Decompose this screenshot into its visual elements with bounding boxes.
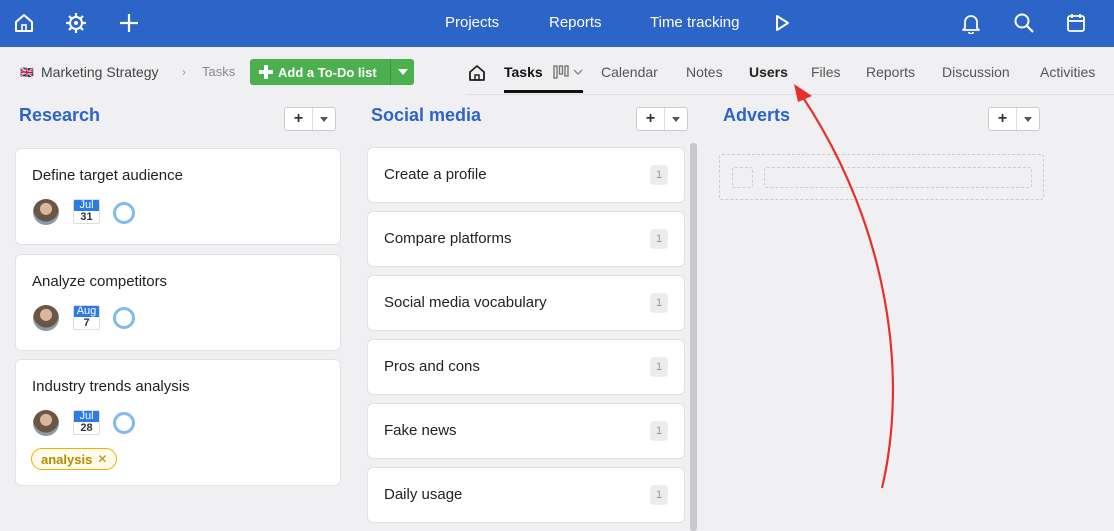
task-title[interactable]: Social media vocabulary — [384, 294, 547, 311]
chevron-down-icon[interactable] — [665, 108, 687, 130]
task-card[interactable]: Define target audience Jul 31 — [15, 148, 341, 245]
task-card[interactable]: Create a profile 1 — [367, 147, 685, 203]
due-month: Jul — [74, 200, 99, 211]
task-title[interactable]: Industry trends analysis — [32, 378, 190, 395]
tag-label: analysis — [41, 451, 93, 467]
project-home-icon[interactable] — [467, 63, 489, 85]
avatar[interactable] — [33, 410, 59, 436]
calendar-icon[interactable] — [1063, 10, 1089, 36]
subtask-count: 1 — [650, 485, 668, 505]
add-task-button[interactable]: + — [637, 108, 665, 130]
bell-icon[interactable] — [958, 10, 984, 36]
due-date-badge[interactable]: Jul 28 — [73, 410, 100, 435]
chevron-down-icon[interactable] — [313, 108, 335, 130]
flag-icon: 🇬🇧 — [20, 67, 34, 79]
due-day: 7 — [83, 317, 90, 329]
due-month: Aug — [74, 306, 99, 317]
task-title[interactable]: Define target audience — [32, 167, 183, 184]
task-card[interactable]: Daily usage 1 — [367, 467, 685, 523]
active-tab-indicator — [504, 90, 583, 93]
subtask-count: 1 — [650, 165, 668, 185]
tag-badge[interactable]: analysis ✕ — [31, 448, 117, 470]
nav-reports[interactable]: Reports — [549, 14, 602, 31]
annotation-arrow — [794, 84, 895, 489]
column-title-social-media[interactable]: Social media — [371, 105, 481, 126]
breadcrumb-section: Tasks — [202, 64, 236, 79]
tab-notes[interactable]: Notes — [686, 64, 723, 80]
top-navigation-bar: Projects Reports Time tracking — [0, 0, 1114, 47]
task-title[interactable]: Pros and cons — [384, 358, 480, 375]
add-task-button[interactable]: + — [989, 108, 1017, 130]
play-icon[interactable] — [769, 10, 795, 36]
close-icon[interactable]: ✕ — [97, 452, 107, 466]
task-card[interactable]: Analyze competitors Aug 7 — [15, 254, 341, 351]
task-card[interactable]: Fake news 1 — [367, 403, 685, 459]
tab-tasks[interactable]: Tasks — [504, 64, 543, 80]
task-title[interactable]: Compare platforms — [384, 230, 512, 247]
avatar[interactable] — [33, 199, 59, 225]
task-title[interactable]: Daily usage — [384, 486, 462, 503]
subtask-count: 1 — [650, 357, 668, 377]
task-title[interactable]: Fake news — [384, 422, 457, 439]
chevron-down-icon[interactable] — [1017, 108, 1039, 130]
task-title[interactable]: Analyze competitors — [32, 273, 167, 290]
checkbox-placeholder — [732, 167, 753, 188]
plus-icon — [259, 65, 273, 79]
task-title[interactable]: Create a profile — [384, 166, 487, 183]
due-day: 28 — [80, 422, 93, 434]
add-todo-list-button[interactable]: Add a To-Do list — [250, 59, 414, 85]
chevron-down-icon[interactable] — [573, 68, 583, 76]
nav-projects[interactable]: Projects — [445, 14, 499, 31]
breadcrumb-project[interactable]: Marketing Strategy — [41, 64, 159, 80]
progress-ring-icon[interactable] — [113, 307, 135, 329]
due-day: 31 — [80, 211, 93, 223]
add-task-button[interactable]: + — [285, 108, 313, 130]
column-actions-adverts: + — [988, 107, 1040, 131]
add-todo-list-label: Add a To-Do list — [278, 64, 377, 80]
subtask-count: 1 — [650, 293, 668, 313]
avatar[interactable] — [33, 305, 59, 331]
tab-calendar[interactable]: Calendar — [601, 64, 658, 80]
task-card[interactable]: Pros and cons 1 — [367, 339, 685, 395]
subtask-count: 1 — [650, 421, 668, 441]
nav-time-tracking[interactable]: Time tracking — [650, 14, 739, 31]
task-card[interactable]: Compare platforms 1 — [367, 211, 685, 267]
tab-activities[interactable]: Activities — [1040, 64, 1095, 80]
due-date-badge[interactable]: Jul 31 — [73, 199, 100, 224]
chevron-down-icon[interactable] — [390, 59, 414, 85]
plus-icon[interactable] — [116, 10, 142, 36]
due-month: Jul — [74, 411, 99, 422]
search-icon[interactable] — [1011, 10, 1037, 36]
home-icon[interactable] — [11, 10, 37, 36]
column-title-research[interactable]: Research — [19, 105, 100, 126]
due-date-badge[interactable]: Aug 7 — [73, 305, 100, 330]
task-card[interactable]: Social media vocabulary 1 — [367, 275, 685, 331]
column-actions-social-media: + — [636, 107, 688, 131]
column-actions-research: + — [284, 107, 336, 131]
board-view-icon[interactable] — [553, 65, 569, 79]
settings-icon[interactable] — [63, 10, 89, 36]
progress-ring-icon[interactable] — [113, 412, 135, 434]
chevron-right-icon: › — [182, 65, 186, 79]
column-scrollbar[interactable] — [690, 143, 697, 531]
subtask-count: 1 — [650, 229, 668, 249]
tab-discussion[interactable]: Discussion — [942, 64, 1010, 80]
progress-ring-icon[interactable] — [113, 202, 135, 224]
